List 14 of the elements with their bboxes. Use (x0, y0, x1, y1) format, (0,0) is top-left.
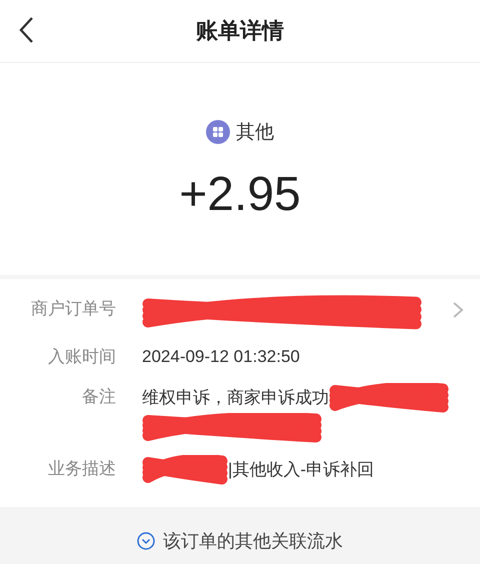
remark-text: 维权申诉，商家申诉成功 (142, 387, 329, 409)
description-text: |其他收入-申诉补回 (228, 459, 374, 481)
page-title: 账单详情 (196, 17, 284, 45)
time-text: 2024-09-12 01:32:50 (142, 346, 300, 368)
field-label: 入账时间 (47, 346, 116, 368)
field-label: 商户订单号 (30, 298, 116, 320)
chevron-down-circle-icon (137, 532, 155, 550)
field-label: 业务描述 (47, 458, 116, 480)
back-icon (18, 16, 34, 44)
category-icon (206, 120, 230, 144)
amount: +2.95 (179, 167, 301, 222)
category-label: 其他 (236, 121, 274, 145)
related-records-link[interactable]: 该订单的其他关联流水 (163, 529, 343, 553)
field-label: 备注 (81, 386, 116, 408)
